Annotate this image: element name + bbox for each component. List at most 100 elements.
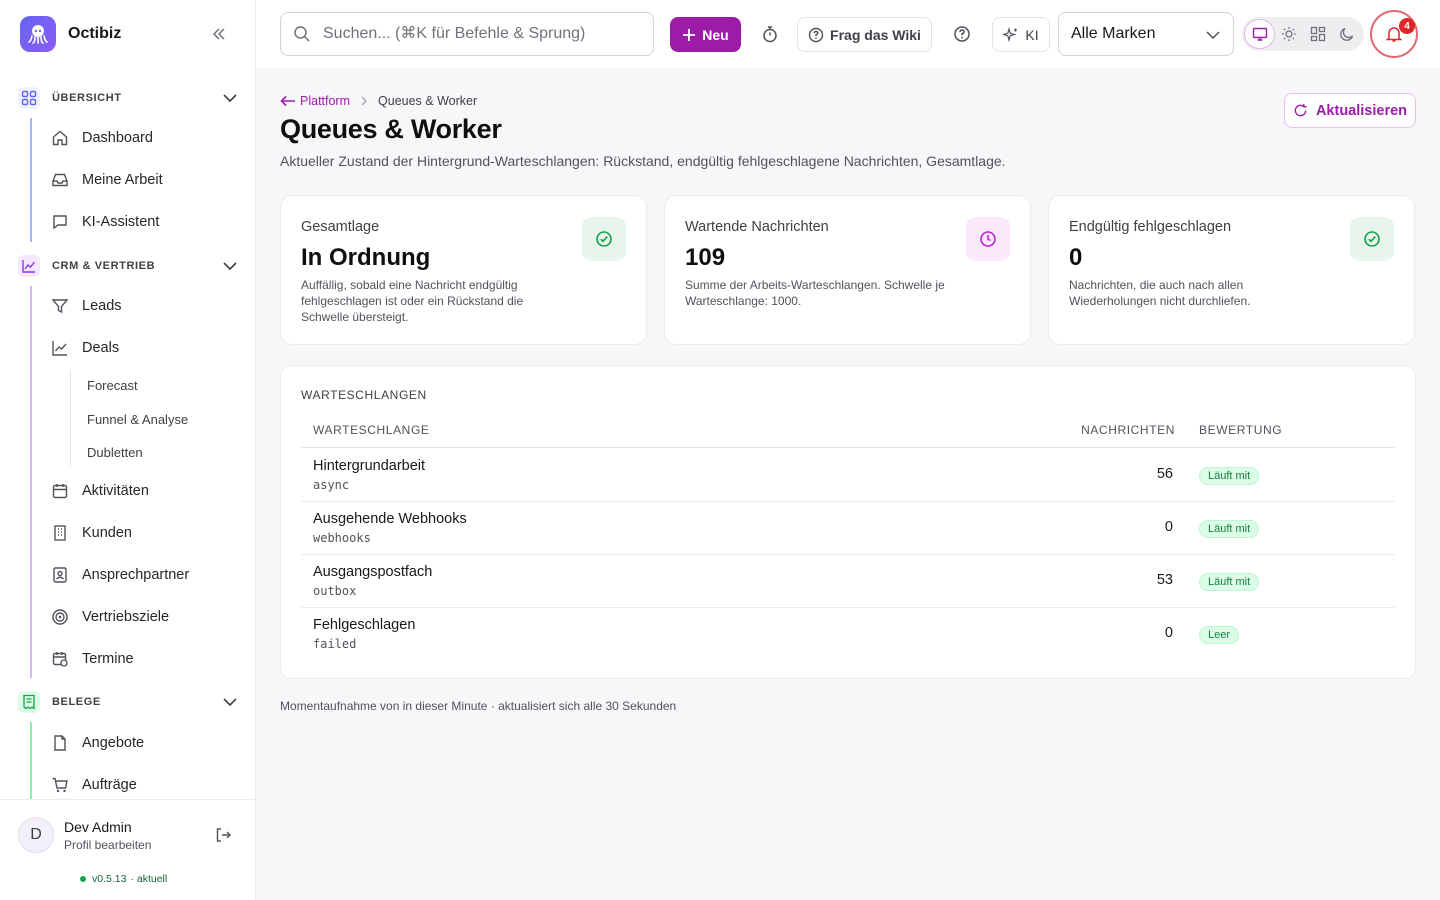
- help-button[interactable]: [952, 24, 972, 44]
- receipt-icon: [18, 691, 40, 713]
- timer-button[interactable]: [760, 24, 780, 44]
- logout-icon[interactable]: [214, 826, 232, 849]
- building-icon: [50, 523, 70, 543]
- sidebar-item-orders[interactable]: Aufträge: [50, 772, 137, 798]
- search-box[interactable]: [280, 12, 654, 56]
- column-header-rating[interactable]: BEWERTUNG: [1199, 423, 1282, 437]
- queue-key: async: [313, 478, 350, 492]
- refresh-button[interactable]: Aktualisieren: [1284, 93, 1416, 128]
- sidebar: Octibiz ÜBERSICHT Dashboard Meine Arbeit…: [0, 0, 256, 900]
- sidebar-item-appointments[interactable]: Termine: [50, 646, 134, 672]
- chevron-down-icon: [223, 94, 237, 103]
- sidebar-item-my-work[interactable]: Meine Arbeit: [50, 167, 163, 193]
- card-value: In Ordnung: [301, 244, 431, 271]
- notifications-button[interactable]: 4: [1370, 10, 1418, 58]
- app-name: Octibiz: [68, 25, 122, 42]
- card-label: Wartende Nachrichten: [685, 219, 829, 235]
- version-number: v0.5.13: [92, 873, 127, 885]
- sparkles-icon: [1003, 26, 1018, 42]
- stopwatch-icon: [763, 26, 777, 43]
- ask-wiki-button[interactable]: Frag das Wiki: [797, 17, 932, 52]
- card-label: Gesamtlage: [301, 219, 380, 235]
- sidebar-item-deals[interactable]: Deals: [50, 335, 119, 361]
- check-circle-icon: [582, 217, 626, 261]
- section-crm[interactable]: CRM & VERTRIEB: [18, 254, 242, 278]
- search-input[interactable]: [323, 25, 643, 43]
- queue-key: failed: [313, 637, 357, 651]
- status-badge: Läuft mit: [1199, 573, 1260, 591]
- brand-select[interactable]: Alle Marken: [1058, 12, 1234, 56]
- search-icon: [294, 26, 310, 42]
- section-label: BELEGE: [52, 696, 101, 708]
- sidebar-subitem-duplicates[interactable]: Dubletten: [87, 445, 143, 460]
- card-value: 109: [685, 244, 726, 271]
- snapshot-note: Momentaufnahme von in dieser Minute · ak…: [280, 699, 677, 713]
- check-circle-icon: [1350, 217, 1394, 261]
- card-note: Auffällig, sobald eine Nachricht endgült…: [301, 278, 524, 324]
- avatar[interactable]: D: [18, 817, 54, 853]
- queues-title: WARTESCHLANGEN: [301, 388, 427, 402]
- theme-switch: [1242, 17, 1364, 51]
- sidebar-item-offers[interactable]: Angebote: [50, 730, 144, 756]
- theme-light-button[interactable]: [1274, 20, 1303, 48]
- section-overview[interactable]: ÜBERSICHT: [18, 86, 242, 110]
- status-badge: Läuft mit: [1199, 467, 1260, 485]
- new-button[interactable]: Neu: [670, 17, 741, 52]
- status-card-overall: Gesamtlage In Ordnung Auffällig, sobald …: [280, 195, 647, 345]
- chevron-right-icon: [360, 96, 368, 106]
- theme-dark-button[interactable]: [1332, 20, 1361, 48]
- page-title: Queues & Worker: [280, 114, 502, 144]
- table-row[interactable]: Ausgangspostfach outbox 53 Läuft mit: [301, 555, 1395, 608]
- theme-layout-button[interactable]: [1303, 20, 1332, 48]
- sidebar-item-dashboard[interactable]: Dashboard: [50, 125, 153, 151]
- status-dot: [80, 876, 86, 882]
- queue-count: 0: [1164, 625, 1173, 641]
- monitor-icon: [1252, 27, 1267, 41]
- calendar-clock-icon: [50, 649, 70, 669]
- notification-badge: 4: [1399, 18, 1415, 34]
- queue-name: Fehlgeschlagen: [313, 617, 416, 633]
- table-row[interactable]: Hintergrundarbeit async 56 Läuft mit: [301, 449, 1395, 502]
- trend-chart-icon: [50, 338, 70, 358]
- column-header-queue[interactable]: WARTESCHLANGE: [313, 423, 430, 437]
- brand[interactable]: Octibiz: [20, 16, 121, 52]
- card-label: Endgültig fehlgeschlagen: [1069, 219, 1232, 235]
- sidebar-item-ai-assistant[interactable]: KI-Assistent: [50, 209, 159, 235]
- version-indicator: v0.5.13 · aktuell: [80, 873, 167, 885]
- queue-count: 0: [1164, 519, 1173, 535]
- sidebar-item-leads[interactable]: Leads: [50, 293, 122, 319]
- arrow-left-icon: [280, 95, 295, 107]
- clock-icon: [966, 217, 1010, 261]
- edit-profile-link[interactable]: Profil bearbeiten: [64, 838, 151, 852]
- section-label: ÜBERSICHT: [52, 92, 122, 104]
- breadcrumb-back-link[interactable]: Plattform: [280, 94, 350, 108]
- breadcrumb: Plattform Queues & Worker: [280, 93, 477, 109]
- grid-icon: [18, 87, 40, 109]
- target-icon: [50, 607, 70, 627]
- collapse-sidebar-button[interactable]: [208, 24, 230, 44]
- table-row[interactable]: Ausgehende Webhooks webhooks 0 Läuft mit: [301, 502, 1395, 555]
- page-description: Aktueller Zustand der Hintergrund-Wartes…: [280, 153, 1006, 169]
- sidebar-subitem-forecast[interactable]: Forecast: [87, 378, 138, 393]
- chevron-down-icon: [223, 698, 237, 707]
- column-header-messages[interactable]: NACHRICHTEN: [1081, 423, 1175, 437]
- profile-panel: D Dev Admin Profil bearbeiten v0.5.13 · …: [0, 799, 256, 900]
- queue-name: Hintergrundarbeit: [313, 458, 426, 474]
- sidebar-item-activities[interactable]: Aktivitäten: [50, 478, 149, 504]
- queue-key: outbox: [313, 584, 357, 598]
- ai-button[interactable]: KI: [992, 17, 1050, 52]
- sidebar-item-customers[interactable]: Kunden: [50, 520, 132, 546]
- sidebar-item-sales-goals[interactable]: Vertriebsziele: [50, 604, 169, 630]
- sidebar-item-contacts[interactable]: Ansprechpartner: [50, 562, 189, 588]
- chevron-down-icon: [223, 262, 237, 271]
- section-line: [30, 286, 32, 678]
- table-row[interactable]: Fehlgeschlagen failed 0 Leer: [301, 608, 1395, 661]
- sub-line: [70, 370, 71, 466]
- theme-system-button[interactable]: [1245, 20, 1274, 48]
- status-card-waiting: Wartende Nachrichten 109 Summe der Arbei…: [664, 195, 1031, 345]
- chart-icon: [18, 255, 40, 277]
- section-label: CRM & VERTRIEB: [52, 260, 156, 272]
- sidebar-subitem-funnel[interactable]: Funnel & Analyse: [87, 412, 188, 427]
- queue-name: Ausgehende Webhooks: [313, 511, 467, 527]
- section-documents[interactable]: BELEGE: [18, 690, 242, 714]
